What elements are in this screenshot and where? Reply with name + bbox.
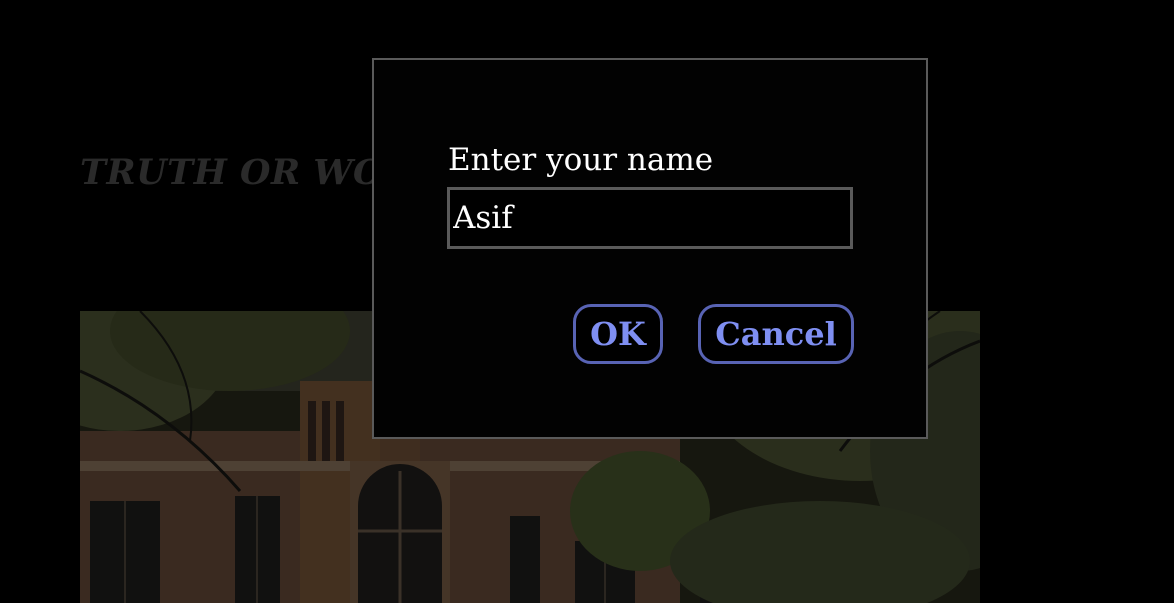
- ok-button[interactable]: OK: [573, 304, 663, 364]
- name-prompt-dialog: Enter your name OK Cancel: [372, 58, 928, 439]
- prompt-label: Enter your name: [448, 142, 714, 178]
- name-input[interactable]: [447, 187, 853, 249]
- app-window: TRUTH OR WOULD YOU RATHER: [0, 0, 1174, 603]
- cancel-button[interactable]: Cancel: [698, 304, 854, 364]
